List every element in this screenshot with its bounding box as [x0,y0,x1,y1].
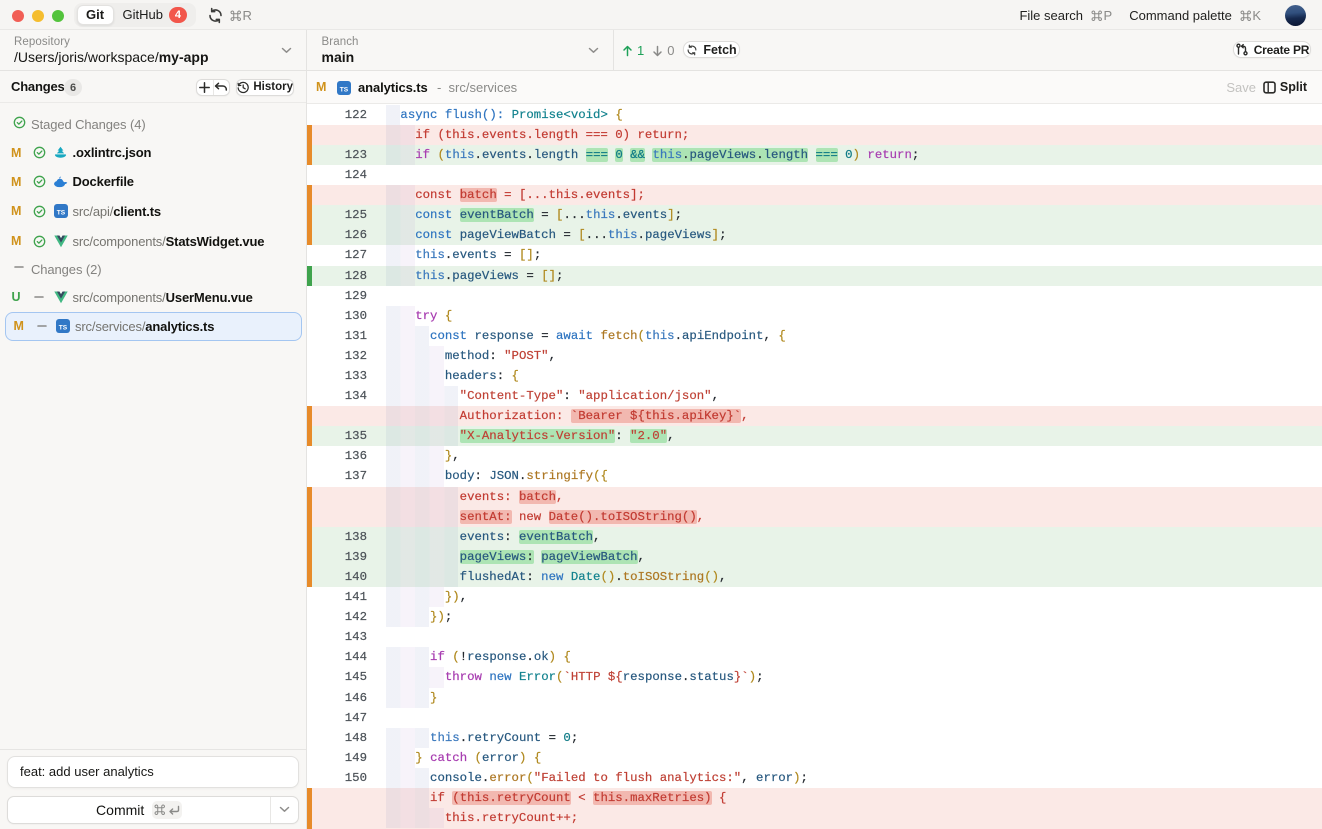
svg-text:TS: TS [56,209,65,216]
svg-text:TS: TS [340,86,349,93]
svg-text:TS: TS [59,325,68,332]
